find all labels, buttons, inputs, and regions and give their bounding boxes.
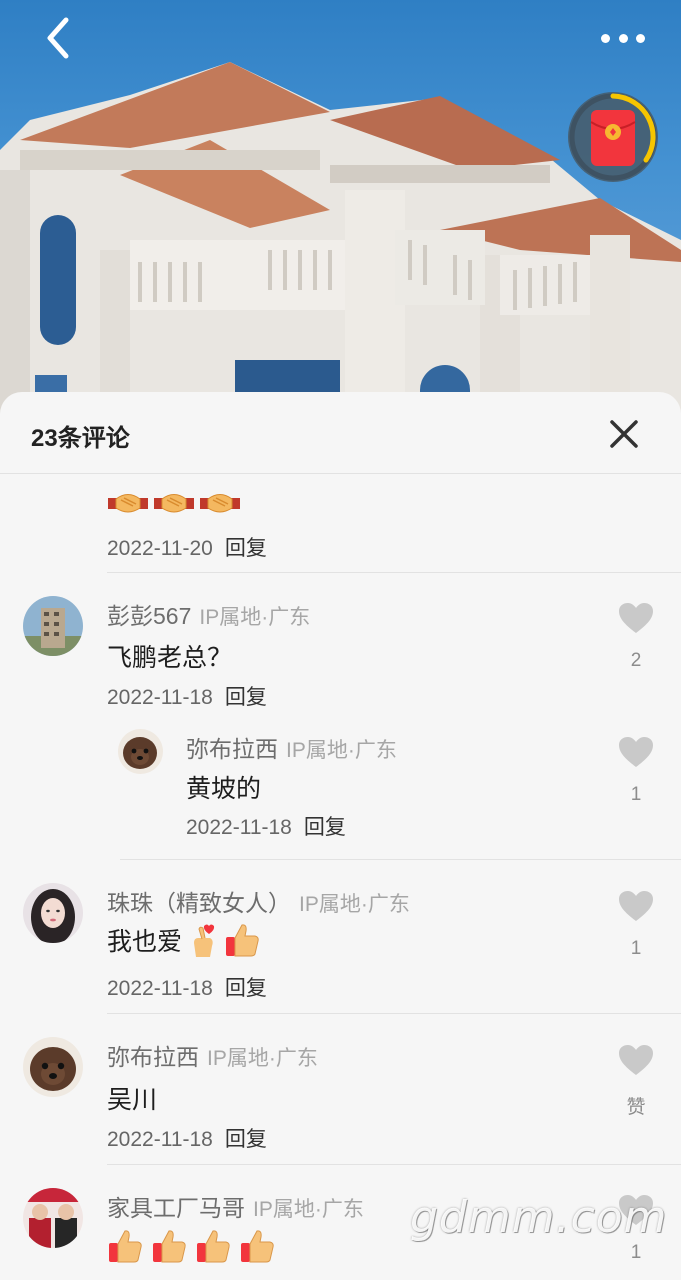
like-count: 1 [630,784,642,805]
comment-4-author: 家具工厂马哥 IP属地·广东 [107,1189,364,1223]
comment-3-text: 吴川 [107,1086,158,1114]
post-cover-image [0,0,681,420]
divider [107,1164,681,1165]
reply-button[interactable]: 回复 [225,1128,267,1151]
like-count: 赞 [626,1097,646,1118]
villa-photo [0,62,681,420]
divider [120,859,681,860]
thumbs-up-emoji-icon [241,1230,274,1263]
divider [107,1013,681,1014]
comment-3-meta: 2022-11-18 回复 [107,1123,267,1153]
avatar[interactable] [23,883,83,943]
handshake-emoji-icon [200,494,240,513]
comment-3-author: 弥布拉西 IP属地·广东 [107,1038,318,1072]
comments-header: 23条评论 [0,392,681,474]
reply-1-text: 黄坡的 [186,775,262,803]
avatar[interactable] [23,596,83,656]
username[interactable]: 珠珠（精致女人） [107,890,291,916]
close-button[interactable] [604,414,644,454]
comment-0-emoji-row [107,488,241,518]
handshake-emoji-icon [154,494,194,513]
comment-date: 2022-11-18 [107,1128,213,1151]
like-count: 1 [630,938,642,959]
username[interactable]: 彭彭567 [107,603,191,629]
comment-date: 2022-11-18 [107,977,213,1000]
comment-count-title: 23条评论 [31,425,130,452]
comment-date: 2022-11-18 [107,686,213,709]
avatar[interactable] [118,729,163,774]
comment-date: 2022-11-20 [107,537,213,560]
username[interactable]: 弥布拉西 [186,736,278,762]
more-options-button[interactable] [595,20,651,56]
comment-4-text [107,1228,275,1264]
red-envelope-icon [569,93,657,181]
chevron-left-icon [47,17,69,59]
finger-heart-emoji-icon [194,924,215,957]
thumbs-up-emoji-icon [109,1230,142,1263]
comment-2-text: 我也爱 [107,922,260,958]
username[interactable]: 弥布拉西 [107,1044,199,1070]
reply-1-author: 弥布拉西 IP属地·广东 [186,730,397,764]
comment-date: 2022-11-18 [186,816,292,839]
reply-button[interactable]: 回复 [225,977,267,1000]
ip-location: IP属地·广东 [199,606,311,629]
reply-1-meta: 2022-11-18 回复 [186,811,346,841]
close-icon [610,420,638,448]
username[interactable]: 家具工厂马哥 [107,1195,245,1221]
reply-button[interactable]: 回复 [225,537,267,560]
comment-1-author: 彭彭567 IP属地·广东 [107,597,310,631]
like-button[interactable]: 赞 [616,1044,656,1119]
avatar[interactable] [23,1188,83,1248]
avatar[interactable] [23,1037,83,1097]
comments-sheet: 23条评论 2022-11-20 回复 彭彭567 IP属地·广东 飞鹏老总？ … [0,392,681,1280]
comment-1-text: 飞鹏老总？ [107,644,233,672]
ip-location: IP属地·广东 [253,1198,364,1221]
ip-location: IP属地·广东 [299,893,410,916]
heart-icon [619,737,653,767]
like-button[interactable]: 1 [616,890,656,960]
like-count: 1 [630,1242,642,1263]
comment-2-meta: 2022-11-18 回复 [107,972,267,1002]
comment-1-meta: 2022-11-18 回复 [107,681,267,711]
ip-location: IP属地·广东 [207,1047,318,1070]
ip-location: IP属地·广东 [286,739,397,762]
comment-0-meta: 2022-11-20 回复 [107,532,267,562]
site-watermark: gdmm.com [410,1192,668,1243]
thumbs-up-emoji-icon [153,1230,186,1263]
comment-2-author: 珠珠（精致女人） IP属地·广东 [107,884,410,918]
like-button[interactable]: 1 [616,736,656,806]
reply-button[interactable]: 回复 [225,686,267,709]
like-count: 2 [630,650,642,671]
like-button[interactable]: 2 [616,602,656,672]
thumbs-up-emoji-icon [226,924,259,957]
heart-icon [619,603,653,633]
red-envelope-button[interactable] [568,92,658,182]
divider [107,572,681,573]
reply-button[interactable]: 回复 [304,816,346,839]
back-button[interactable] [36,14,84,62]
thumbs-up-emoji-icon [197,1230,230,1263]
more-dots-icon [601,33,610,43]
heart-icon [619,1045,653,1075]
handshake-emoji-icon [108,494,148,513]
heart-icon [619,891,653,921]
